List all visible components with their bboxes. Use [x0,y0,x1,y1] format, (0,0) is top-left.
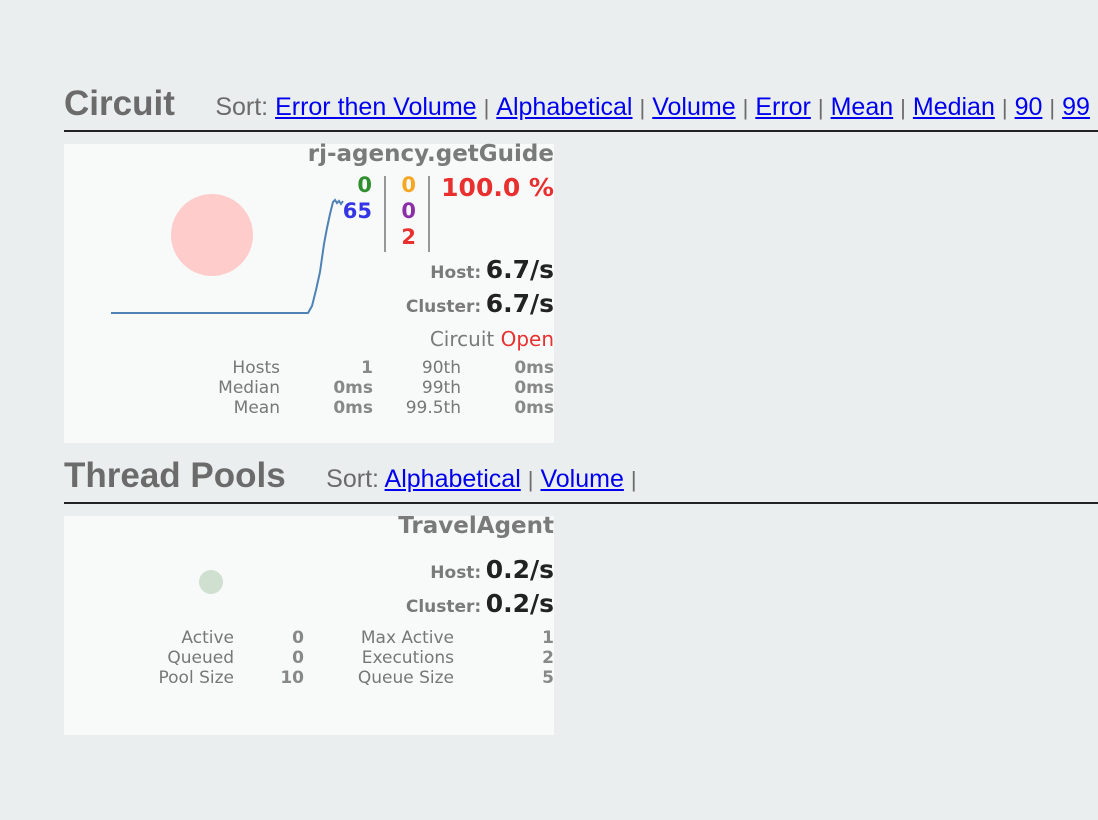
pool-stats-right-labels: Max Active Executions Queue Size [358,628,454,688]
rejected-count: 0 [401,199,416,223]
circuit-stats-left-values: 1 0ms 0ms [333,358,373,418]
timeout-count: 0 [401,173,416,197]
pool-stats-left-values: 0 0 10 [280,628,304,688]
sort-mean-link[interactable]: Mean [831,93,894,121]
circuit-name: rj-agency.getGuide [307,141,554,167]
pool-host-rate-value: 0.2/s [485,555,554,584]
pool-stats-right-values: 1 2 5 [542,628,554,688]
cluster-rate-row: Cluster: 6.7/s [406,289,554,318]
host-rate-value: 6.7/s [485,255,554,284]
stat-label: Executions [361,648,454,668]
sort-alphabetical-link[interactable]: Alphabetical [385,465,521,493]
stat-value: 5 [542,668,554,688]
sort-label: Sort: [326,465,379,493]
circuit-stats-right-labels: 90th 99th 99.5th [406,358,461,418]
success-count: 0 [357,173,372,197]
thread-pools-section-header: Thread Pools Sort: Alphabetical | Volume | [64,456,1098,504]
circuit-sort-bar: Sort: Error then Volume | Alphabetical | Vol… [215,93,1090,121]
circuit-health-circle [171,194,253,276]
pool-stats-left-labels: Active Queued Pool Size [159,628,234,688]
host-rate-label: Host: [430,263,482,283]
sort-99-link[interactable]: 99 [1062,93,1090,121]
pool-host-rate-label: Host: [430,563,482,583]
sort-alphabetical-link[interactable]: Alphabetical [496,93,632,121]
host-rate-row: Host: 6.7/s [430,255,554,284]
sort-volume-link[interactable]: Volume [652,93,735,121]
sort-90-link[interactable]: 90 [1015,93,1043,121]
stat-value: 0ms [514,378,554,398]
pool-cluster-rate-row: Cluster: 0.2/s [406,589,554,618]
stat-label: Queued [167,648,234,668]
stat-label: Median [218,378,280,398]
stat-value: 1 [542,628,554,648]
stat-value: 10 [280,668,304,688]
circuit-status-row: Circuit Open [430,327,554,351]
circuit-status-value: Open [500,327,554,351]
circuit-section-header: Circuit Sort: Error then Volume | Alphabet… [64,84,1098,132]
sort-label: Sort: [215,93,269,121]
cluster-rate-value: 6.7/s [485,289,554,318]
stat-value: 0 [292,628,304,648]
sort-error-then-volume-link[interactable]: Error then Volume [275,93,477,121]
stat-value: 2 [542,648,554,668]
pool-health-circle [199,570,223,594]
sort-volume-link[interactable]: Volume [540,465,623,493]
pool-host-rate-row: Host: 0.2/s [430,555,554,584]
circuit-card[interactable]: rj-agency.getGuide 0 65 0 0 2 100.0 % Ho… [64,141,554,443]
stat-label: Hosts [232,358,280,378]
pool-graph [199,570,223,594]
stat-label: Mean [233,398,280,418]
stat-label: 99th [421,378,461,398]
stat-value: 0ms [333,398,373,418]
circuit-stats-right-values: 0ms 0ms 0ms [514,358,554,418]
error-percentage: 100.0 % [441,173,554,202]
stat-value: 1 [361,358,373,378]
stat-label: 99.5th [405,398,461,418]
pool-name: TravelAgent [398,513,554,539]
stat-label: Queue Size [357,668,454,688]
thread-pools-section-title: Thread Pools [64,456,286,495]
stat-value: 0 [292,648,304,668]
circuit-status-label: Circuit [429,327,495,351]
stat-value: 0ms [333,378,373,398]
stat-label: Pool Size [158,668,234,688]
stat-value: 0ms [514,358,554,378]
sort-error-link[interactable]: Error [755,93,811,121]
circuit-section-title: Circuit [64,84,175,123]
short-circuited-count: 65 [342,199,372,223]
pool-cluster-rate-label: Cluster: [405,597,482,617]
pool-cluster-rate-value: 0.2/s [485,589,554,618]
sort-median-link[interactable]: Median [913,93,995,121]
thread-pools-sort-bar: Sort: Alphabetical | Volume | [326,465,637,493]
failure-count: 2 [401,225,416,249]
stat-label: Max Active [360,628,454,648]
cluster-rate-label: Cluster: [405,297,482,317]
circuit-stats-left-labels: Hosts Median Mean [218,358,280,418]
stat-label: Active [181,628,234,648]
stat-value: 0ms [514,398,554,418]
stat-label: 90th [421,358,461,378]
thread-pool-card[interactable]: TravelAgent Host: 0.2/s Cluster: 0.2/s A… [64,513,554,735]
